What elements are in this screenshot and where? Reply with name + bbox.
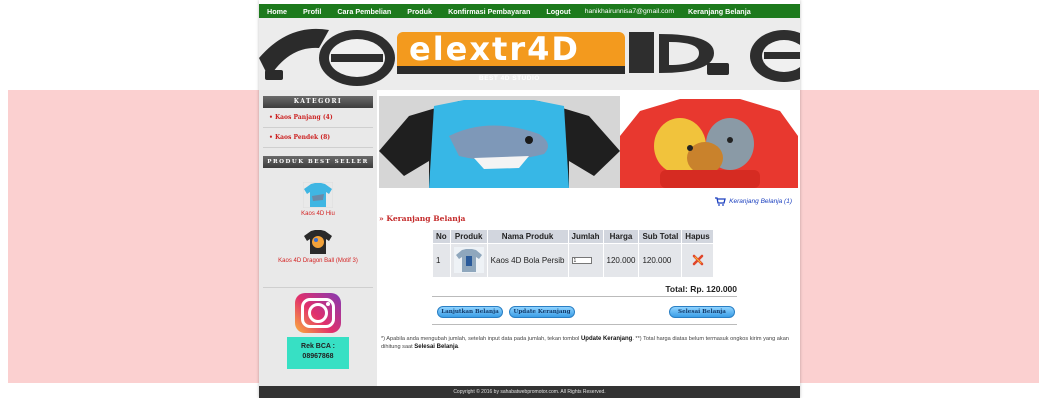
- instagram-icon[interactable]: [295, 293, 341, 333]
- column-header: Sub Total: [639, 230, 682, 243]
- row-number: 1: [433, 244, 450, 277]
- best-seller-name: Kaos 4D Hiu: [301, 211, 335, 217]
- update-cart-button[interactable]: Update Keranjang: [509, 306, 575, 318]
- cart-table: No Produk Nama Produk Jumlah Harga Sub T…: [432, 229, 714, 278]
- header-banner: elextr4D BEST 4D STUDIO: [259, 18, 800, 90]
- column-header: Hapus: [682, 230, 713, 243]
- main-content: Keranjang Belanja (1) » Keranjang Belanj…: [379, 96, 800, 386]
- cart-link[interactable]: Keranjang Belanja (1): [715, 197, 792, 206]
- price: 120.000: [603, 244, 639, 277]
- banner-tagline: BEST 4D STUDIO: [479, 75, 540, 82]
- cart-link-label: Keranjang Belanja (1): [729, 198, 792, 205]
- nav-keranjang-belanja[interactable]: Keranjang Belanja: [680, 7, 759, 16]
- bank-account-box: Rek BCA : 08967868: [287, 337, 349, 369]
- sidebar-divider: [263, 287, 373, 288]
- column-header: Jumlah: [568, 230, 603, 243]
- finish-shopping-button[interactable]: Selesai Belanja: [669, 306, 735, 318]
- table-row: 1 Kaos 4D Bola Persib 1 120.000 120.000: [433, 244, 713, 277]
- user-email: hanikhairunnisa7@gmail.com: [584, 7, 674, 15]
- best-seller-item-1[interactable]: Kaos 4D Hiu: [259, 182, 377, 217]
- column-header: Harga: [603, 230, 639, 243]
- hero-image-animal-shirt: [620, 96, 798, 188]
- column-header: Nama Produk: [487, 230, 568, 243]
- delete-cell: [682, 244, 713, 277]
- continue-shopping-button[interactable]: Lanjutkan Belanja: [437, 306, 503, 318]
- category-label: Kaos Pendek (8): [274, 134, 331, 141]
- nav-logout[interactable]: Logout: [538, 7, 578, 16]
- subtotal: 120.000: [639, 244, 682, 277]
- divider: [432, 296, 737, 297]
- best-seller-item-2[interactable]: Kaos 4D Dragon Ball (Motif 3): [259, 229, 377, 264]
- column-header: Produk: [450, 230, 487, 243]
- hero-image-shark-shirt: [379, 96, 620, 188]
- total-value: Rp. 120.000: [690, 284, 737, 294]
- note-bold: Update Keranjang: [580, 336, 633, 342]
- shopping-cart-icon: [715, 197, 726, 206]
- nav-cara-pembelian[interactable]: Cara Pembelian: [329, 7, 399, 16]
- quantity-input[interactable]: 1: [571, 257, 592, 265]
- page-container: Home Profil Cara Pembelian Produk Konfir…: [259, 0, 800, 398]
- category-item-kaos-pendek[interactable]: • Kaos Pendek (8): [263, 128, 373, 148]
- category-label: Kaos Panjang (4): [274, 114, 333, 121]
- nav-home[interactable]: Home: [259, 7, 295, 16]
- hero-slideshow: [379, 96, 798, 188]
- best-seller-name: Kaos 4D Dragon Ball (Motif 3): [278, 258, 358, 264]
- product-name: Kaos 4D Bola Persib: [487, 244, 568, 277]
- quantity-cell: 1: [568, 244, 603, 277]
- total-label: Total:: [665, 284, 688, 294]
- top-navigation: Home Profil Cara Pembelian Produk Konfir…: [259, 4, 800, 18]
- tshirt-thumbnail-shark: [303, 182, 333, 208]
- category-item-kaos-panjang[interactable]: • Kaos Panjang (4): [263, 108, 373, 128]
- note-text: .: [457, 343, 460, 350]
- best-seller-heading: PRODUK BEST SELLER: [263, 156, 373, 168]
- note-text: *) Apabila anda mengubah jumlah, setelah…: [381, 336, 581, 342]
- footer: Copyright © 2016 by sahabatwebpromotor.c…: [259, 386, 800, 398]
- tshirt-thumbnail-dragon-ball: [304, 230, 332, 254]
- rek-label: Rek BCA :: [301, 343, 335, 350]
- nav-produk[interactable]: Produk: [399, 7, 440, 16]
- section-title: » Keranjang Belanja: [379, 214, 466, 223]
- sidebar: KATEGORI • Kaos Panjang (4) • Kaos Pende…: [259, 90, 377, 386]
- delete-icon[interactable]: [692, 254, 704, 266]
- note-bold: Selesai Belanja: [414, 343, 458, 350]
- column-header: No: [433, 230, 450, 243]
- table-header-row: No Produk Nama Produk Jumlah Harga Sub T…: [433, 230, 713, 243]
- cart-note: *) Apabila anda mengubah jumlah, setelah…: [381, 336, 791, 351]
- nav-profil[interactable]: Profil: [295, 7, 329, 16]
- divider: [432, 324, 737, 325]
- total-line: Total: Rp. 120.000: [432, 284, 737, 294]
- category-heading: KATEGORI: [263, 96, 373, 108]
- product-image-cell: [450, 244, 487, 277]
- nav-konfirmasi-pembayaran[interactable]: Konfirmasi Pembayaran: [440, 7, 538, 16]
- banner-logo-text: elextr4D: [409, 30, 580, 68]
- product-thumbnail[interactable]: [453, 246, 484, 273]
- rek-number: 08967868: [302, 353, 334, 360]
